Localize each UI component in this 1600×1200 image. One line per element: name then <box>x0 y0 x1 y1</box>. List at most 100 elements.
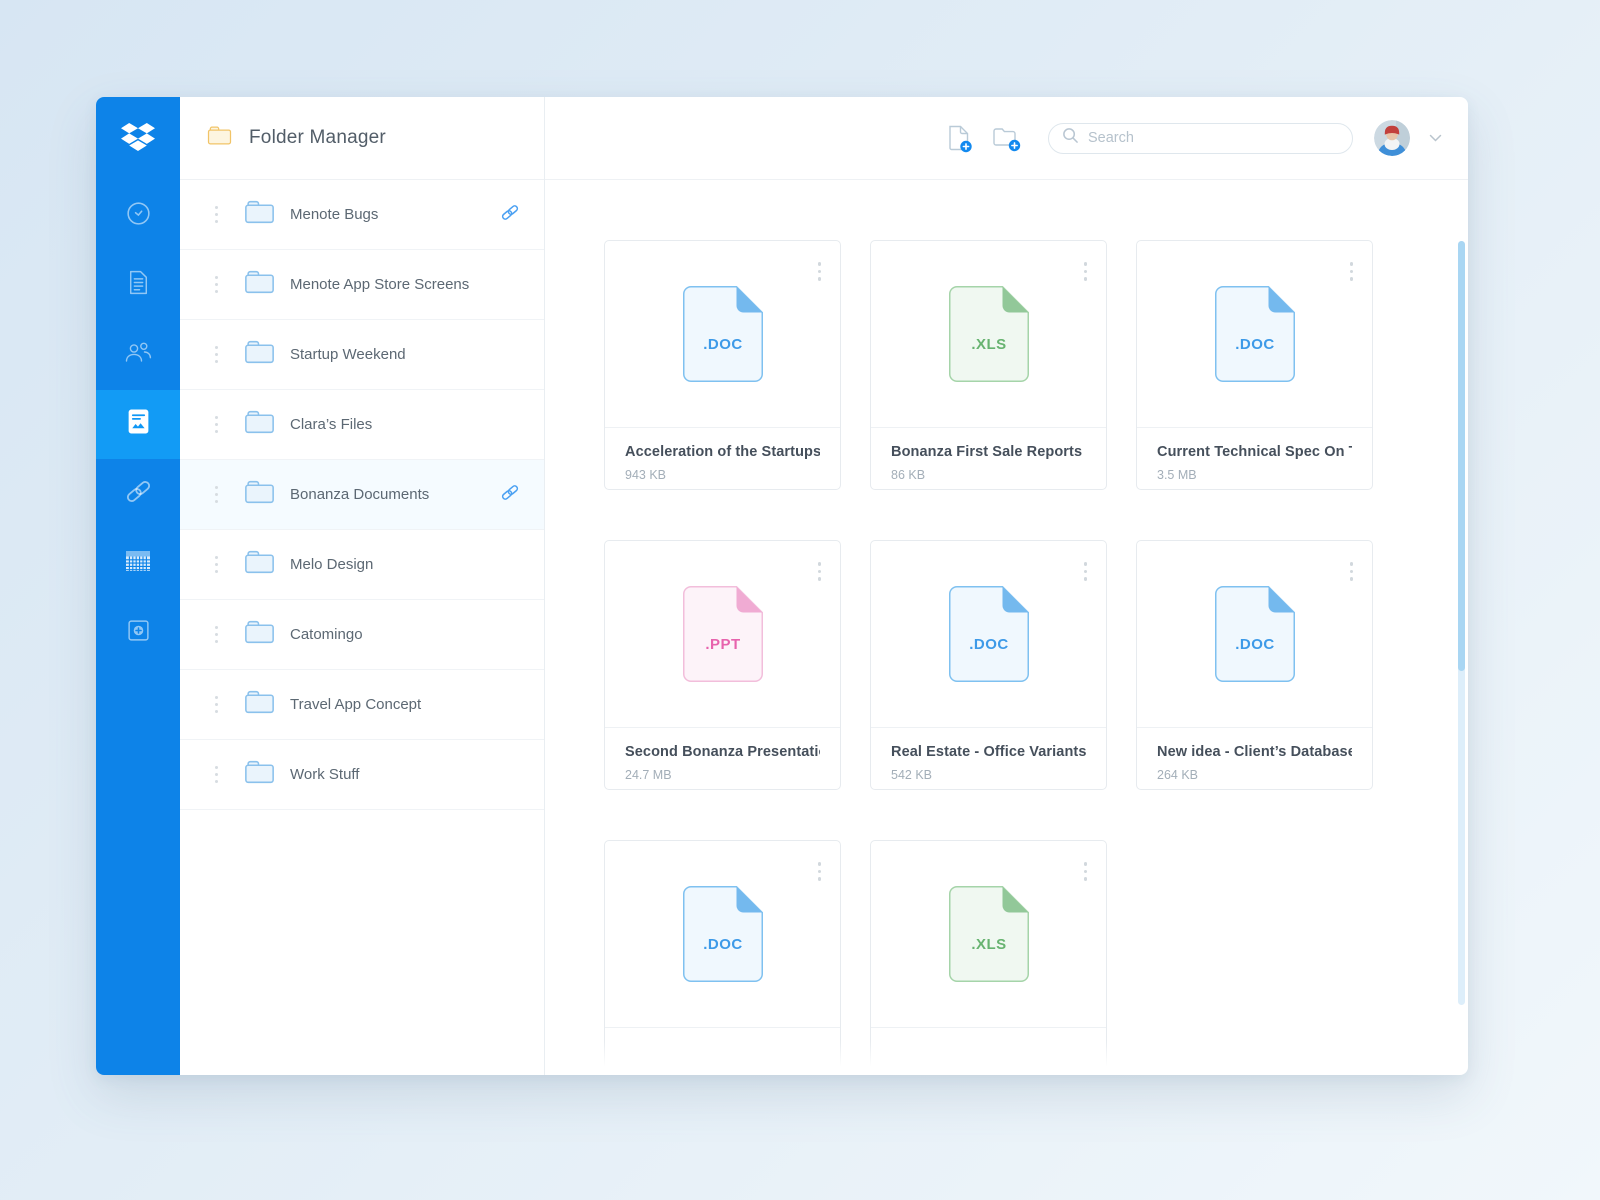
page-title: Folder Manager <box>249 127 386 149</box>
svg-text:.DOC: .DOC <box>703 936 743 953</box>
svg-text:.DOC: .DOC <box>1235 636 1275 653</box>
folder-row[interactable]: Catomingo <box>180 600 544 670</box>
gallery-icon <box>126 408 151 440</box>
file-card[interactable]: .DOC Current Technical Spec On Te... 3.5… <box>1136 240 1373 490</box>
svg-text:.PPT: .PPT <box>705 636 740 653</box>
file-card[interactable]: .DOC New idea - Client’s Database 264 KB <box>1136 540 1373 790</box>
file-card[interactable]: .XLS <box>870 840 1107 1075</box>
calendar-icon <box>124 549 152 578</box>
drag-handle-icon[interactable] <box>211 550 222 579</box>
file-card[interactable]: .DOC Acceleration of the Startups 943 KB <box>604 240 841 490</box>
new-folder-button[interactable] <box>992 125 1022 152</box>
file-card[interactable]: .DOC <box>604 840 841 1075</box>
sidebar-item-team[interactable] <box>96 320 180 390</box>
card-menu-button[interactable] <box>814 558 826 585</box>
clock-icon <box>125 200 152 232</box>
drag-handle-icon[interactable] <box>211 760 222 789</box>
folder-row[interactable]: Melo Design <box>180 530 544 600</box>
file-grid: .DOC Acceleration of the Startups 943 KB <box>604 240 1376 1075</box>
folder-row[interactable]: Bonanza Documents <box>180 460 544 530</box>
sidebar-item-apps[interactable] <box>96 598 180 668</box>
folder-row[interactable]: Work Stuff <box>180 740 544 810</box>
folder-label: Startup Weekend <box>290 346 406 363</box>
file-card[interactable]: .PPT Second Bonanza Presentation 24.7 MB <box>604 540 841 790</box>
card-menu-button[interactable] <box>1346 558 1358 585</box>
sidebar <box>96 97 180 1075</box>
folder-row[interactable]: Menote Bugs <box>180 180 544 250</box>
search-input[interactable] <box>1088 130 1339 146</box>
file-content-area: .DOC Acceleration of the Startups 943 KB <box>545 180 1468 1075</box>
settings-icon <box>126 618 151 648</box>
sidebar-nav <box>96 181 180 668</box>
folder-row[interactable]: Travel App Concept <box>180 670 544 740</box>
drag-handle-icon[interactable] <box>211 340 222 369</box>
file-card[interactable]: .XLS Bonanza First Sale Reports 2017 86 … <box>870 240 1107 490</box>
folder-blue-icon <box>244 689 275 720</box>
folder-blue-icon <box>244 409 275 440</box>
folder-row[interactable]: Clara’s Files <box>180 390 544 460</box>
file-size: 943 KB <box>625 468 820 482</box>
folder-blue-icon <box>244 269 275 300</box>
card-footer: Bonanza First Sale Reports 2017 86 KB <box>871 428 1106 482</box>
card-menu-button[interactable] <box>814 258 826 285</box>
file-title: Bonanza First Sale Reports 2017 <box>891 444 1086 460</box>
card-menu-button[interactable] <box>1080 558 1092 585</box>
svg-text:.DOC: .DOC <box>703 336 743 353</box>
sidebar-item-calendar[interactable] <box>96 529 180 599</box>
folder-label: Bonanza Documents <box>290 486 429 503</box>
card-menu-button[interactable] <box>814 858 826 885</box>
file-type-icon: .PPT <box>683 586 763 682</box>
user-avatar[interactable] <box>1374 120 1410 156</box>
folder-panel: Folder Manager Menote Bugs <box>180 97 545 1075</box>
sidebar-item-media[interactable] <box>96 390 180 460</box>
card-menu-button[interactable] <box>1080 258 1092 285</box>
drag-handle-icon[interactable] <box>211 690 222 719</box>
card-menu-button[interactable] <box>1080 858 1092 885</box>
drag-handle-icon[interactable] <box>211 620 222 649</box>
scrollbar-track[interactable] <box>1458 241 1465 1005</box>
card-footer: New idea - Client’s Database 264 KB <box>1137 728 1372 782</box>
dropbox-logo <box>96 123 180 152</box>
sidebar-item-links[interactable] <box>96 459 180 529</box>
drag-handle-icon[interactable] <box>211 480 222 509</box>
chevron-down-icon[interactable] <box>1429 134 1442 143</box>
svg-text:.DOC: .DOC <box>1235 336 1275 353</box>
sidebar-item-recents[interactable] <box>96 181 180 251</box>
document-icon <box>126 269 151 301</box>
file-type-icon: .DOC <box>683 286 763 382</box>
file-type-icon: .DOC <box>1215 586 1295 682</box>
file-type-icon: .DOC <box>683 886 763 982</box>
file-size: 3.5 MB <box>1157 468 1352 482</box>
drag-handle-icon[interactable] <box>211 270 222 299</box>
file-preview: .DOC <box>871 541 1106 728</box>
card-footer <box>605 1028 840 1044</box>
file-size: 86 KB <box>891 468 1086 482</box>
folder-blue-icon <box>244 479 275 510</box>
file-type-icon: .DOC <box>949 586 1029 682</box>
shared-link-icon[interactable] <box>500 202 520 227</box>
new-file-button[interactable] <box>947 124 973 153</box>
card-footer <box>871 1028 1106 1044</box>
folder-blue-icon <box>244 619 275 650</box>
file-size: 542 KB <box>891 768 1086 782</box>
folder-panel-header: Folder Manager <box>180 97 544 180</box>
folder-blue-icon <box>244 759 275 790</box>
file-preview: .DOC <box>1137 241 1372 428</box>
folder-label: Clara’s Files <box>290 416 372 433</box>
shared-link-icon[interactable] <box>500 482 520 507</box>
folder-row[interactable]: Startup Weekend <box>180 320 544 390</box>
file-card[interactable]: .DOC Real Estate - Office Variants 542 K… <box>870 540 1107 790</box>
folder-blue-icon <box>244 339 275 370</box>
sidebar-item-documents[interactable] <box>96 251 180 321</box>
file-preview: .PPT <box>605 541 840 728</box>
scrollbar-thumb[interactable] <box>1458 241 1465 671</box>
folder-label: Catomingo <box>290 626 363 643</box>
folder-label: Travel App Concept <box>290 696 421 713</box>
folder-row[interactable]: Menote App Store Screens <box>180 250 544 320</box>
file-type-icon: .XLS <box>949 286 1029 382</box>
svg-text:.XLS: .XLS <box>971 936 1006 953</box>
drag-handle-icon[interactable] <box>211 200 222 229</box>
drag-handle-icon[interactable] <box>211 410 222 439</box>
folder-label: Menote App Store Screens <box>290 276 469 293</box>
card-menu-button[interactable] <box>1346 258 1358 285</box>
